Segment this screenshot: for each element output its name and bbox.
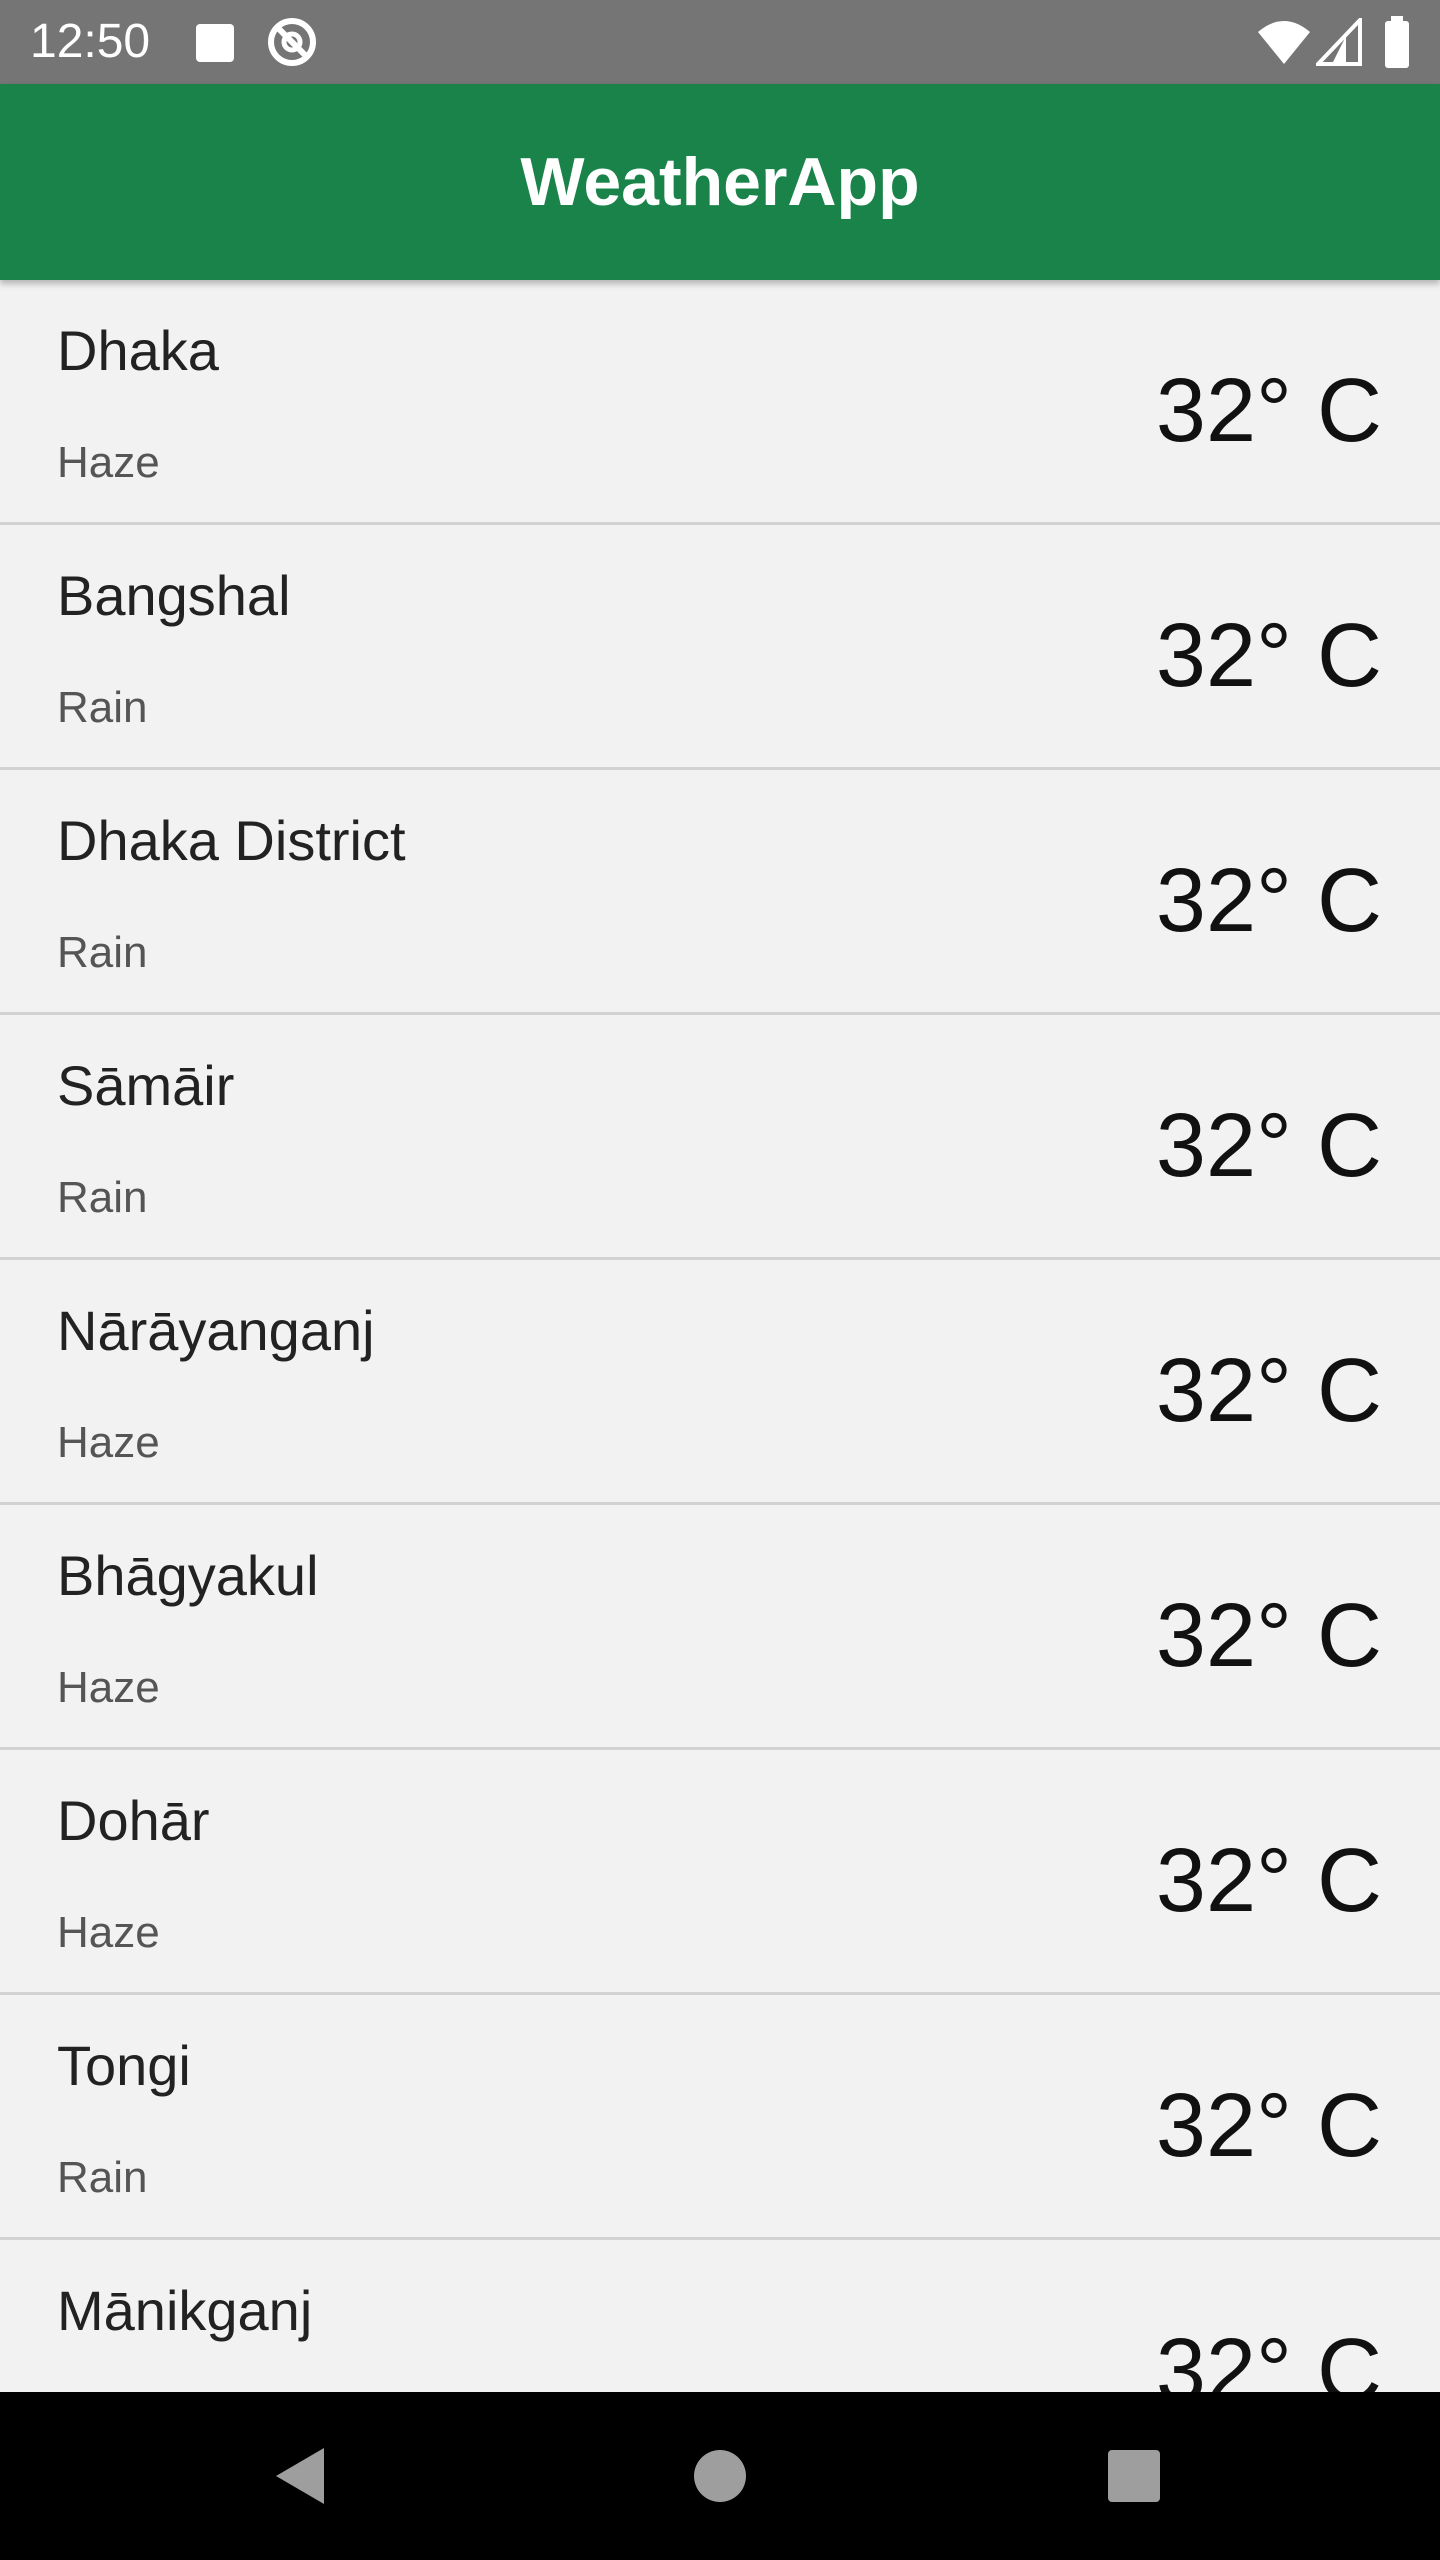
back-icon[interactable] (250, 2426, 350, 2526)
city-name: Bangshal (57, 564, 291, 627)
weather-condition: Rain (57, 1173, 148, 1222)
city-name: Dhaka (57, 319, 219, 382)
weather-condition: Haze (57, 438, 160, 487)
wifi-icon (1258, 21, 1310, 64)
navigation-bar (0, 2392, 1440, 2560)
battery-icon (1385, 16, 1409, 68)
city-list[interactable]: Dhaka Haze 32° C Bangshal Rain 32° C Dha… (0, 280, 1440, 2392)
weather-condition: Haze (57, 1418, 160, 1467)
status-bar: 12:50 (0, 0, 1440, 84)
app-bar: WeatherApp (0, 84, 1440, 280)
city-list-item[interactable]: Tongi Rain 32° C (0, 1995, 1440, 2240)
city-name: Dohār (57, 1789, 210, 1852)
temperature: 32° C (1155, 2321, 1382, 2392)
cell-signal-icon (1316, 18, 1362, 66)
city-name: Bhāgyakul (57, 1544, 319, 1607)
city-list-item[interactable]: Dhaka District Rain 32° C (0, 770, 1440, 1015)
sync-disabled-icon (268, 18, 316, 66)
city-list-item[interactable]: Dhaka Haze 32° C (0, 280, 1440, 525)
city-name: Mānikganj (57, 2279, 313, 2342)
city-list-item[interactable]: Dohār Haze 32° C (0, 1750, 1440, 1995)
temperature: 32° C (1155, 606, 1382, 706)
weather-condition: Haze (57, 1663, 160, 1712)
weather-condition: Rain (57, 2153, 148, 2202)
temperature: 32° C (1155, 361, 1382, 461)
city-list-item[interactable]: Bangshal Rain 32° C (0, 525, 1440, 770)
weather-condition: Haze (57, 1908, 160, 1957)
city-list-item[interactable]: Bhāgyakul Haze 32° C (0, 1505, 1440, 1750)
home-icon[interactable] (670, 2426, 770, 2526)
city-name: Dhaka District (57, 809, 406, 872)
temperature: 32° C (1155, 1341, 1382, 1441)
temperature: 32° C (1155, 2076, 1382, 2176)
city-list-item[interactable]: Mānikganj 32° C (0, 2240, 1440, 2392)
screen: 12:50 WeatherApp Dhaka Haze 32° C Bangsh… (0, 0, 1440, 2560)
city-name: Nārāyanganj (57, 1299, 375, 1362)
temperature: 32° C (1155, 1831, 1382, 1931)
temperature: 32° C (1155, 851, 1382, 951)
temperature: 32° C (1155, 1586, 1382, 1686)
city-list-item[interactable]: Nārāyanganj Haze 32° C (0, 1260, 1440, 1505)
city-list-item[interactable]: Sāmāir Rain 32° C (0, 1015, 1440, 1260)
sd-card-icon (196, 24, 234, 62)
city-name: Tongi (57, 2034, 191, 2097)
weather-condition: Rain (57, 928, 148, 977)
app-title: WeatherApp (520, 144, 920, 220)
temperature: 32° C (1155, 1096, 1382, 1196)
weather-condition: Rain (57, 683, 148, 732)
city-name: Sāmāir (57, 1054, 235, 1117)
status-time: 12:50 (30, 15, 151, 68)
recents-icon[interactable] (1084, 2426, 1184, 2526)
